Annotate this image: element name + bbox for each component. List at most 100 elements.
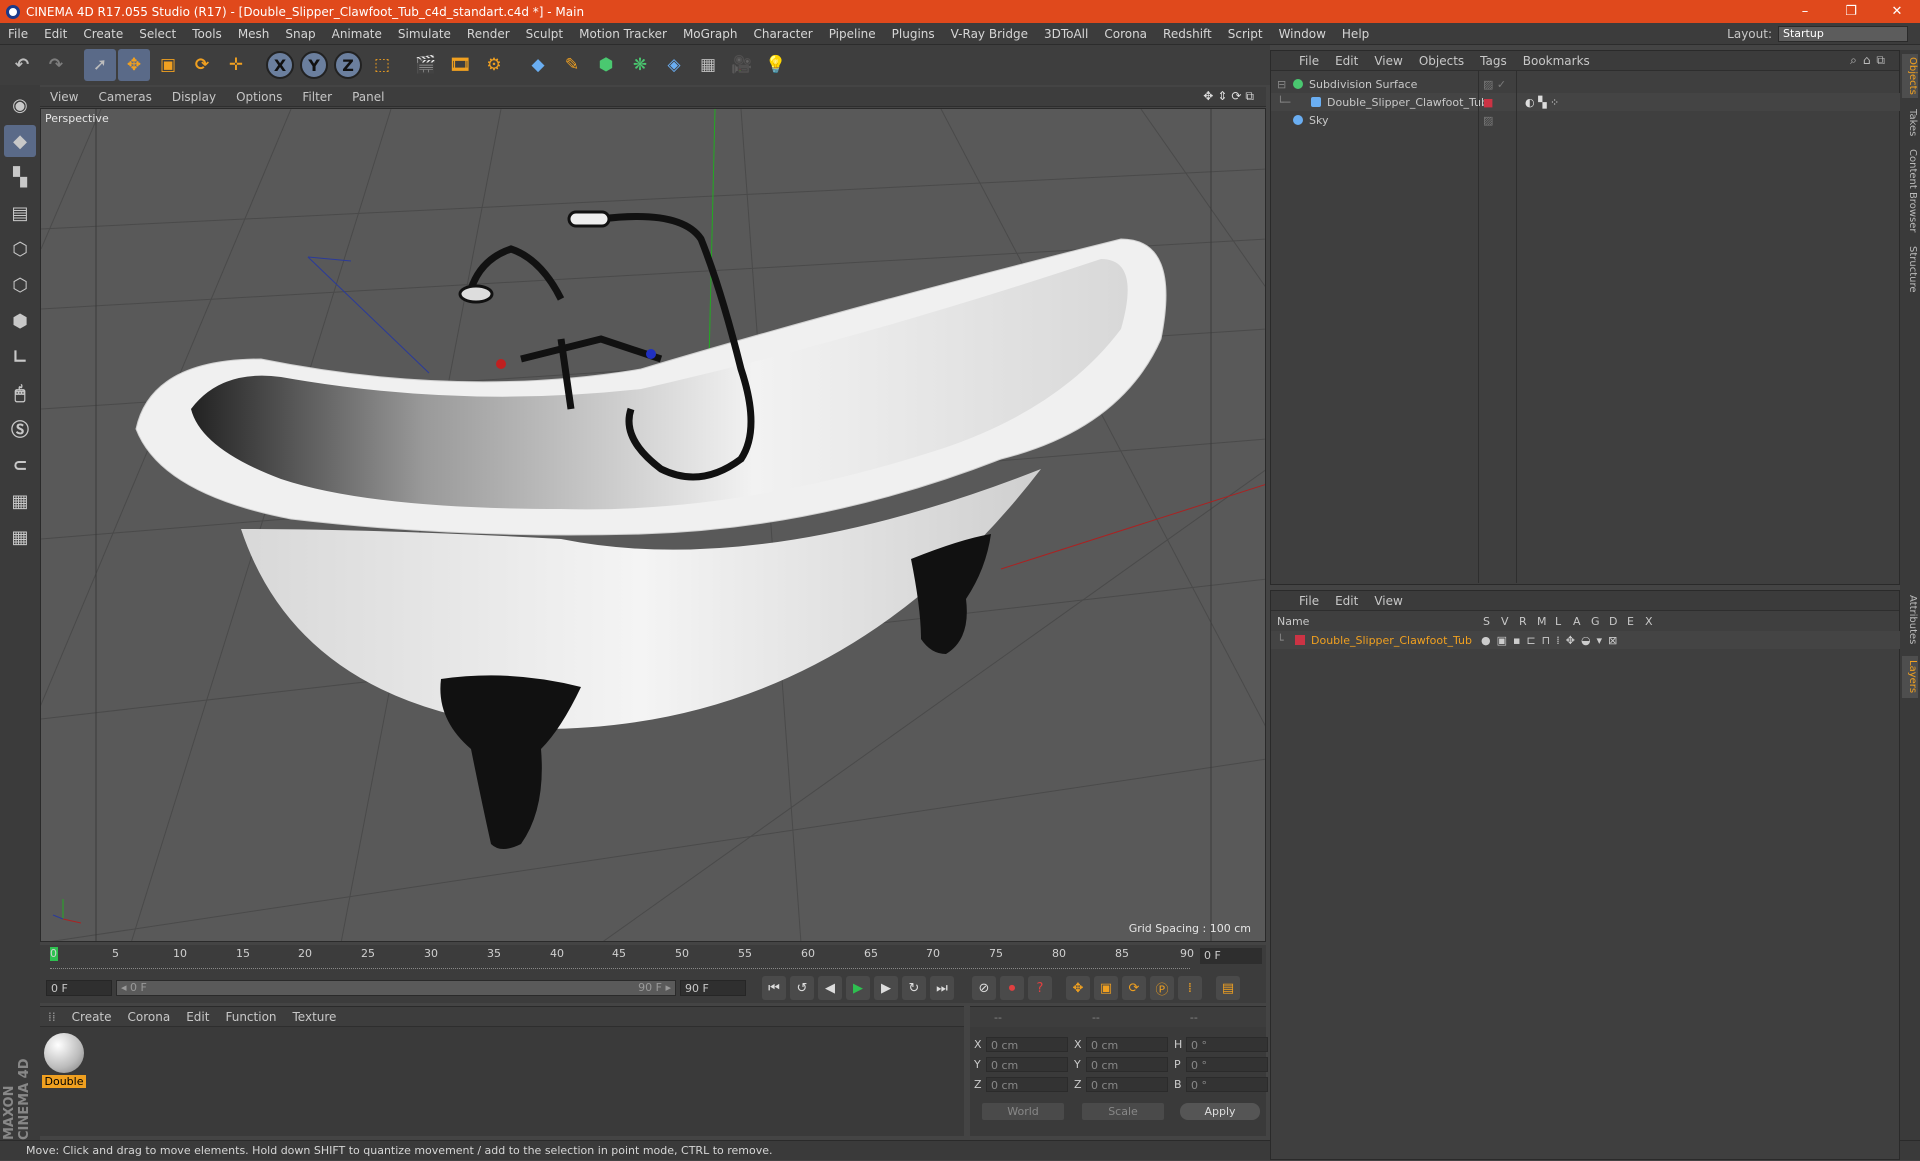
record-keys-icon[interactable]: ⊘	[972, 976, 996, 1000]
points-mode-icon[interactable]: ⬡	[4, 233, 36, 265]
object-row-subdivision-surface[interactable]: ⊟ Subdivision Surface ▨ ✓	[1271, 75, 1901, 93]
subdivision-surface-icon[interactable]: ⬢	[590, 49, 622, 81]
size-z-field[interactable]: 0 cm	[1086, 1077, 1168, 1092]
cloner-icon[interactable]: ❋	[624, 49, 656, 81]
menu-mograph[interactable]: MoGraph	[675, 27, 746, 41]
menu-tools[interactable]: Tools	[184, 27, 230, 41]
deformer-icon[interactable]: ◈	[658, 49, 690, 81]
menu-corona[interactable]: Corona	[1096, 27, 1155, 41]
key-rotation-icon[interactable]: ⟳	[1122, 976, 1146, 1000]
menu-character[interactable]: Character	[745, 27, 820, 41]
tab-attributes[interactable]: Attributes	[1902, 590, 1918, 650]
rotation-h-field[interactable]: 0 °	[1186, 1037, 1268, 1052]
material-menu-function[interactable]: Function	[217, 1010, 284, 1024]
position-x-field[interactable]: 0 cm	[986, 1037, 1068, 1052]
viewport-navigation-icons[interactable]: ✥⇕⟳⧉	[1203, 89, 1266, 104]
menu-create[interactable]: Create	[75, 27, 131, 41]
material-tag-icon[interactable]: ◐ ▚ ⁘	[1525, 96, 1559, 109]
size-x-field[interactable]: 0 cm	[1086, 1037, 1168, 1052]
play-icon[interactable]: ▶	[846, 976, 870, 1000]
rotation-b-field[interactable]: 0 °	[1186, 1077, 1268, 1092]
layer-row[interactable]: └ Double_Slipper_Clawfoot_Tub ●▣▪⊏⊓⁞✥◒▾⊠	[1271, 631, 1901, 649]
menu-edit[interactable]: Edit	[36, 27, 75, 41]
menu-select[interactable]: Select	[131, 27, 184, 41]
layers-menu-view[interactable]: View	[1366, 594, 1410, 608]
rotation-p-field[interactable]: 0 °	[1186, 1057, 1268, 1072]
texture-mode-icon[interactable]: ▚	[4, 161, 36, 193]
rotate-tool-icon[interactable]: ⟳	[186, 49, 218, 81]
objects-menu-view[interactable]: View	[1366, 54, 1410, 68]
layers-menu-edit[interactable]: Edit	[1327, 594, 1366, 608]
objects-menu-objects[interactable]: Objects	[1411, 54, 1472, 68]
viewport-menu-view[interactable]: View	[40, 90, 88, 104]
select-tool-icon[interactable]: ➚	[84, 49, 116, 81]
scale-tool-icon[interactable]: ▣	[152, 49, 184, 81]
visibility-toggle-icon[interactable]: ▨	[1483, 114, 1493, 127]
objects-menu-bookmarks[interactable]: Bookmarks	[1515, 54, 1598, 68]
key-position-icon[interactable]: ✥	[1066, 976, 1090, 1000]
viewport-menu-filter[interactable]: Filter	[292, 90, 342, 104]
end-frame-field[interactable]: 90 F	[680, 980, 746, 996]
snap-icon[interactable]: Ⓢ	[4, 413, 36, 445]
position-z-field[interactable]: 0 cm	[986, 1077, 1068, 1092]
layer-color-icon[interactable]: ■	[1483, 96, 1493, 109]
make-editable-icon[interactable]: ◉	[4, 89, 36, 121]
goto-next-key-icon[interactable]: ↻	[902, 976, 926, 1000]
viewport-menu-panel[interactable]: Panel	[342, 90, 394, 104]
material-menu-edit[interactable]: Edit	[178, 1010, 217, 1024]
maximize-button[interactable]: ❐	[1828, 4, 1874, 19]
menu-3dtoall[interactable]: 3DToAll	[1036, 27, 1096, 41]
tab-content-browser[interactable]: Content Browser	[1902, 146, 1918, 236]
camera-object-icon[interactable]: 🎥	[726, 49, 758, 81]
key-point-level-icon[interactable]: ⁞	[1178, 976, 1202, 1000]
transform-tool-icon[interactable]: ✛	[220, 49, 252, 81]
pen-spline-icon[interactable]: ✎	[556, 49, 588, 81]
menu-file[interactable]: File	[0, 27, 36, 41]
close-button[interactable]: ✕	[1874, 4, 1920, 19]
menu-snap[interactable]: Snap	[277, 27, 323, 41]
goto-start-icon[interactable]: ⏮	[762, 976, 786, 1000]
position-y-field[interactable]: 0 cm	[986, 1057, 1068, 1072]
y-axis-lock-button[interactable]: Y	[298, 49, 330, 81]
object-row-double-slipper-clawfoot-tub[interactable]: └─ Double_Slipper_Clawfoot_Tub ■ ◐ ▚ ⁘	[1271, 93, 1901, 111]
material-menu-texture[interactable]: Texture	[285, 1010, 345, 1024]
menu-simulate[interactable]: Simulate	[390, 27, 459, 41]
object-row-sky[interactable]: Sky ▨	[1271, 111, 1901, 129]
workplane-mode-icon[interactable]: ▤	[4, 197, 36, 229]
tab-structure[interactable]: Structure	[1902, 242, 1918, 296]
menu-script[interactable]: Script	[1220, 27, 1271, 41]
tab-takes[interactable]: Takes	[1902, 106, 1918, 140]
planar-workplane-icon[interactable]: ▦	[4, 521, 36, 553]
undo-button[interactable]: ↶	[6, 49, 38, 81]
layer-color-swatch[interactable]	[1295, 635, 1305, 645]
minimize-button[interactable]: –	[1782, 4, 1828, 19]
collapse-icon[interactable]: ⊟	[1277, 78, 1293, 91]
model-mode-icon[interactable]: ◆	[4, 125, 36, 157]
menu-pipeline[interactable]: Pipeline	[821, 27, 884, 41]
goto-previous-key-icon[interactable]: ↺	[790, 976, 814, 1000]
layer-toggle-icons[interactable]: ●▣▪⊏⊓⁞✥◒▾⊠	[1481, 634, 1623, 647]
menu-vray-bridge[interactable]: V-Ray Bridge	[943, 27, 1036, 41]
move-tool-icon[interactable]: ✥	[118, 49, 150, 81]
start-frame-field[interactable]: 0 F	[46, 980, 112, 996]
menu-mesh[interactable]: Mesh	[230, 27, 278, 41]
axis-mode-icon[interactable]: ∟	[4, 341, 36, 373]
search-home-icons[interactable]: ⌕⌂⧉	[1850, 53, 1899, 68]
key-parameter-icon[interactable]: Ⓟ	[1150, 976, 1174, 1000]
layout-select[interactable]: Startup	[1778, 25, 1908, 42]
current-frame-field[interactable]: 0 F	[1200, 948, 1262, 964]
menu-help[interactable]: Help	[1334, 27, 1377, 41]
material-menu-create[interactable]: Create	[64, 1010, 120, 1024]
tweak-mode-icon[interactable]: 🖱	[4, 377, 36, 409]
menu-plugins[interactable]: Plugins	[884, 27, 943, 41]
visibility-toggle-icon[interactable]: ▨ ✓	[1483, 78, 1506, 91]
keyframe-selection-icon[interactable]: ?	[1028, 976, 1052, 1000]
render-picture-viewer-icon[interactable]: 🎞	[444, 49, 476, 81]
menu-sculpt[interactable]: Sculpt	[518, 27, 571, 41]
objects-menu-tags[interactable]: Tags	[1472, 54, 1515, 68]
edges-mode-icon[interactable]: ⬡	[4, 269, 36, 301]
floor-object-icon[interactable]: ▦	[692, 49, 724, 81]
tab-objects[interactable]: Objects	[1902, 54, 1918, 98]
step-forward-icon[interactable]: ▶	[874, 976, 898, 1000]
menu-redshift[interactable]: Redshift	[1155, 27, 1220, 41]
